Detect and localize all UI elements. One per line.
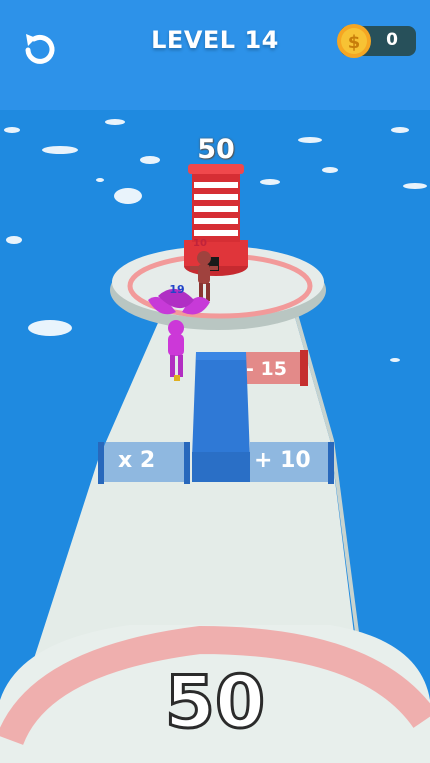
enemy-tower (184, 164, 248, 276)
subtract-gate-label: - 15 (246, 358, 287, 380)
crowd-counter: 50 (163, 659, 266, 746)
tower-count: 50 (197, 134, 235, 165)
add-gate-label: + 10 (254, 448, 311, 473)
game-scene (0, 0, 430, 763)
coin-counter: $ 0 (337, 24, 416, 58)
dollar-coin-icon: $ (337, 24, 371, 58)
multiply-gate-label: x 2 (118, 448, 156, 473)
enemy-count: 10 (193, 238, 207, 249)
blocker-wall (192, 352, 250, 482)
hud: LEVEL 14 $ 0 (0, 0, 430, 110)
svg-text:$: $ (348, 32, 361, 53)
coin-count: 0 (386, 30, 398, 50)
player-count: 19 (169, 283, 185, 296)
